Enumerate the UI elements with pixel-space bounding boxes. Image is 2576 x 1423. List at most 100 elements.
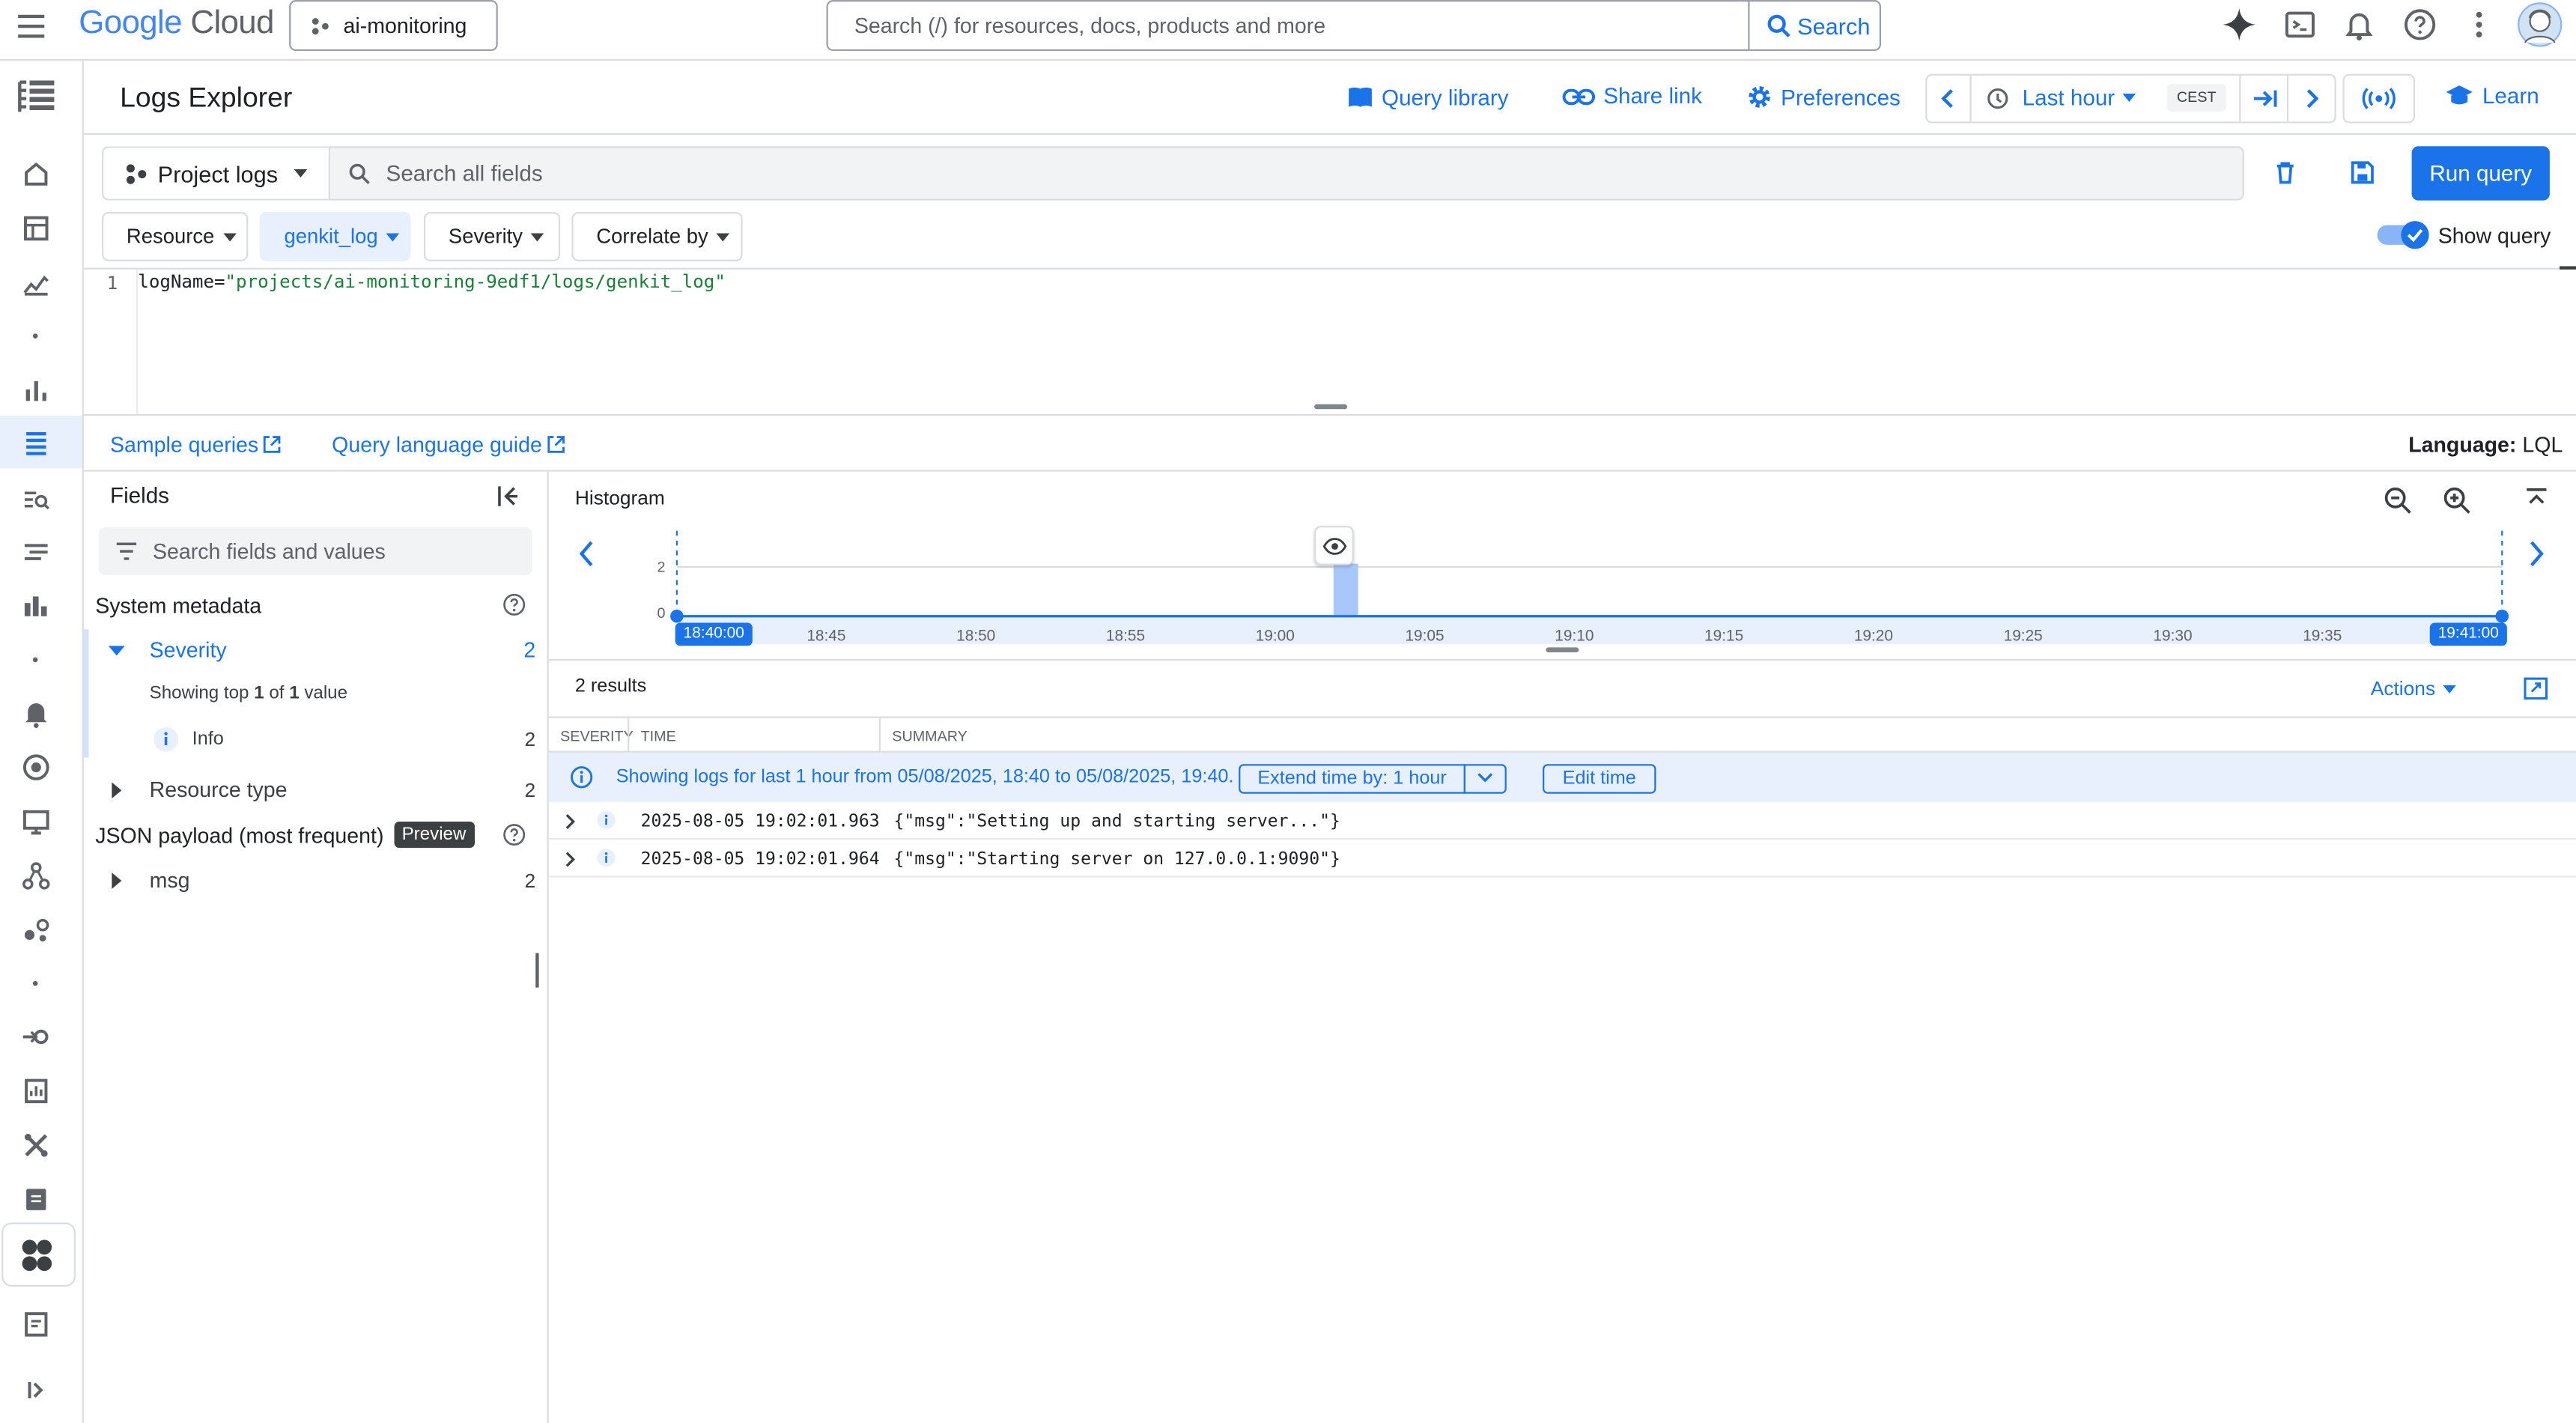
timezone-badge[interactable]: CEST [2166,83,2226,112]
more-options-icon[interactable] [2461,7,2497,43]
column-severity[interactable]: SEVERITY [560,728,634,744]
monitor-icon[interactable] [22,807,51,836]
expand-row-icon[interactable] [565,851,577,867]
notes-icon[interactable] [22,1185,51,1214]
logging-product-icon[interactable] [15,76,58,118]
language-indicator[interactable]: Language: LQL [2408,432,2563,457]
storage-buckets-icon[interactable] [22,592,51,621]
query-editor[interactable]: 1 logName="projects/ai-monitoring-9edf1/… [83,266,2576,416]
expand-nav-icon[interactable] [22,1375,51,1404]
home-icon[interactable] [22,160,51,189]
log-analytics-icon[interactable] [22,537,51,566]
service-graph-icon[interactable] [22,861,51,890]
fields-panel: Fields System metadata Severity 2 Showin… [83,471,549,1423]
global-search-input[interactable] [827,1,1749,49]
sample-queries-link[interactable]: Sample queries [110,432,282,457]
bar-chart-icon[interactable] [22,376,51,405]
alerting-bell-icon[interactable] [22,698,51,728]
live-stream-icon [2362,88,2396,109]
gemini-sparkle-icon[interactable] [2221,7,2257,43]
dashboard-icon[interactable] [22,213,51,243]
metrics-chart-icon[interactable] [22,268,51,297]
fields-panel-title: Fields [109,483,170,508]
x-tick-label: 18:55 [1105,628,1146,646]
gear-icon [1749,86,1770,108]
learn-label: Learn [2482,83,2539,109]
collapse-panel-button[interactable] [496,485,520,508]
chevron-right-icon [2306,89,2319,109]
actions-menu-button[interactable]: Actions [2371,677,2457,700]
stream-logs-button[interactable] [2342,73,2416,124]
extend-time-options-button[interactable] [1463,764,1507,794]
histogram-resize-handle[interactable] [1546,647,1579,653]
log-row[interactable]: 2025-08-05 19:02:01.964 {"msg":"Starting… [548,840,2576,878]
time-range-dropdown[interactable]: Last hour [1986,85,2136,110]
nav-item-logs-explorer-active[interactable] [0,416,82,469]
log-name-filter-chip[interactable]: genkit_log [259,212,411,261]
editor-resize-handle[interactable] [1314,404,1347,410]
resource-type-field-row[interactable]: Resource type 2 [112,777,535,802]
language-guide-label: Query language guide [332,432,542,457]
panel-resize-handle[interactable] [535,953,539,988]
notifications-icon[interactable] [2341,7,2377,43]
search-all-fields-input[interactable] [386,148,2193,199]
severity-field-row[interactable]: Severity 2 [108,637,535,662]
expand-row-icon[interactable] [565,813,577,830]
severity-value-info[interactable]: Info 2 [153,726,535,753]
show-query-toggle[interactable]: Show query [2375,220,2551,249]
query-language-guide-link[interactable]: Query language guide [332,432,565,457]
fields-search-input[interactable] [153,527,523,575]
main-menu-icon[interactable] [13,8,49,44]
query-library-button[interactable]: Query library [1347,84,1509,110]
correlate-by-chip[interactable]: Correlate by [571,212,743,261]
column-time[interactable]: TIME [641,728,676,744]
tools-icon[interactable] [22,1130,51,1159]
user-avatar[interactable] [2517,1,2563,47]
nav-item-apps[interactable] [1,1222,76,1287]
show-query-label: Show query [2437,222,2551,248]
column-divider [628,717,630,751]
save-query-button[interactable] [2349,160,2375,186]
time-forward-button[interactable] [2288,76,2334,121]
json-payload-label: JSON payload (most frequent) [95,822,384,848]
project-logs-scope-button[interactable]: Project logs [102,146,329,201]
results-panel: 2 results Actions SEVERITY TIME SUMMARY … [548,661,2576,1423]
time-back-button[interactable] [1927,75,1972,122]
share-link-button[interactable]: Share link [1562,84,1702,109]
showing-total: 1 [289,683,300,704]
clock-icon [1987,87,2008,109]
reports-icon[interactable] [22,1076,51,1105]
search-button[interactable]: Search [1748,1,1881,49]
help-icon[interactable] [2402,7,2437,43]
trace-icon[interactable] [22,915,51,944]
info-severity-icon [154,726,179,752]
log-row[interactable]: 2025-08-05 19:02:01.963 {"msg":"Setting … [548,802,2576,840]
resource-filter-chip[interactable]: Resource [102,212,249,261]
google-cloud-logo[interactable]: Google Cloud [79,5,274,43]
x-tick-label: 19:15 [1704,628,1744,646]
log-search-icon[interactable] [22,485,51,514]
log-router-icon[interactable] [22,1022,51,1052]
release-notes-icon[interactable] [22,1310,51,1339]
open-in-panel-button[interactable] [2524,677,2548,700]
preferences-button[interactable]: Preferences [1746,84,1901,110]
msg-field-row[interactable]: msg 2 [112,867,535,892]
query-text[interactable]: logName="projects/ai-monitoring-9edf1/lo… [138,271,726,293]
chevron-down-icon [1477,773,1493,783]
jump-to-now-button[interactable] [2239,75,2289,122]
showing-n: 1 [254,683,264,704]
column-summary[interactable]: SUMMARY [892,728,967,744]
uptime-check-icon[interactable] [22,753,51,782]
msg-field-label: msg [149,867,190,893]
help-icon[interactable] [502,593,526,616]
help-icon[interactable] [502,823,526,846]
run-query-button[interactable]: Run query [2411,146,2550,201]
edit-time-button[interactable]: Edit time [1543,764,1656,794]
search-icon [349,163,370,184]
severity-filter-chip[interactable]: Severity [424,212,561,261]
learn-button[interactable]: Learn [2444,84,2539,109]
cloud-shell-icon[interactable] [2282,7,2318,43]
extend-time-button[interactable]: Extend time by: 1 hour [1239,764,1465,794]
project-picker[interactable]: ai-monitoring [289,0,498,52]
clear-query-button[interactable] [2272,160,2298,186]
